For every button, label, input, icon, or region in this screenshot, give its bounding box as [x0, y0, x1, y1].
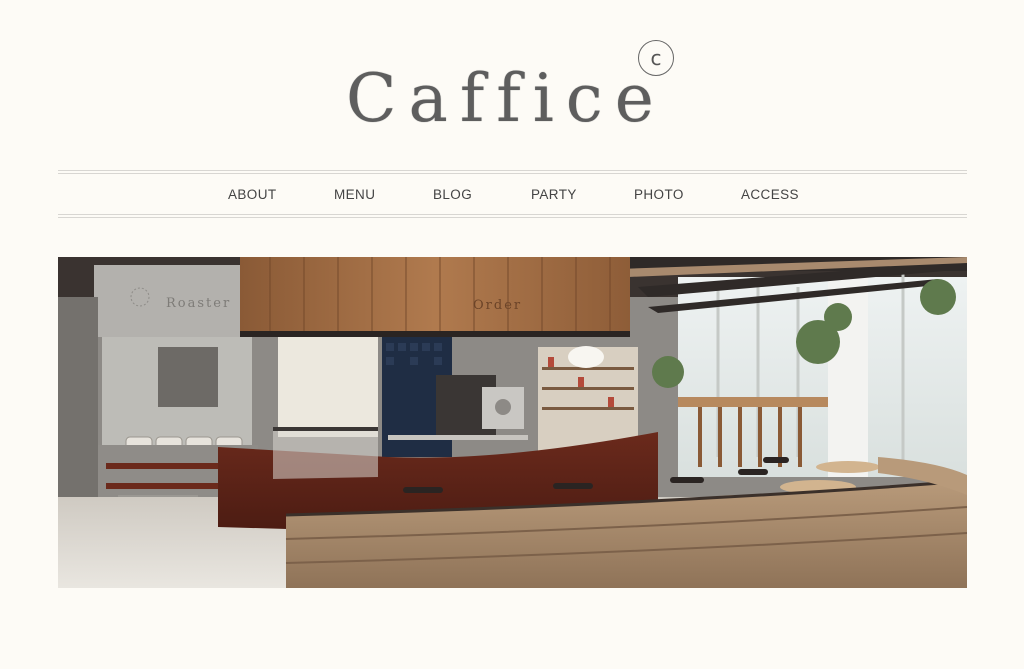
site-logo[interactable]: Caffice c [340, 40, 700, 142]
roaster-sign: Roaster [166, 296, 231, 311]
nav-bottom-divider [58, 214, 967, 218]
nav-item-blog[interactable]: BLOG [433, 187, 472, 202]
nav-item-access[interactable]: ACCESS [741, 187, 799, 202]
logo-wordmark: Caffice [346, 60, 666, 137]
main-navigation: ABOUT MENU BLOG PARTY PHOTO ACCESS [58, 174, 967, 214]
nav-item-photo[interactable]: PHOTO [634, 187, 684, 202]
hero-cafe-photo: Roaster Order [58, 257, 967, 588]
nav-item-party[interactable]: PARTY [531, 187, 577, 202]
cafe-interior-illustration: Roaster Order [58, 257, 967, 588]
nav-item-about[interactable]: ABOUT [228, 187, 277, 202]
circled-c-icon: c [638, 40, 674, 76]
nav-item-menu[interactable]: MENU [334, 187, 375, 202]
order-sign: Order [473, 298, 522, 313]
